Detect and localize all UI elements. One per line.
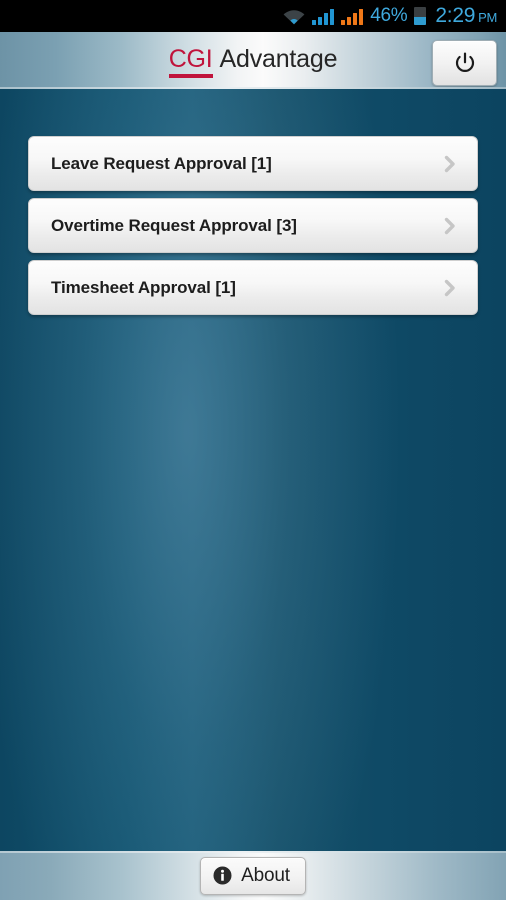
list-item-label: Overtime Request Approval [3] bbox=[51, 215, 297, 235]
status-bar-clock: 2:29 PM bbox=[435, 4, 497, 28]
list-item[interactable]: Timesheet Approval [1] bbox=[28, 260, 478, 315]
battery-percent-label: 46% bbox=[370, 5, 408, 26]
main-content: Leave Request Approval [1] Overtime Requ… bbox=[0, 89, 506, 851]
list-item[interactable]: Leave Request Approval [1] bbox=[28, 136, 478, 191]
logo-brand-secondary: Advantage bbox=[219, 44, 338, 73]
list-item[interactable]: Overtime Request Approval [3] bbox=[28, 198, 478, 253]
app-screen: 46% 2:29 PM CGI Advantage Leave Request … bbox=[0, 0, 506, 900]
info-icon bbox=[213, 866, 232, 885]
chevron-right-icon bbox=[437, 213, 463, 239]
power-button[interactable] bbox=[432, 40, 497, 86]
list-item-label: Leave Request Approval [1] bbox=[51, 153, 272, 173]
about-button[interactable]: About bbox=[200, 856, 306, 895]
clock-time: 2:29 bbox=[435, 4, 476, 27]
app-logo: CGI Advantage bbox=[168, 44, 338, 78]
logo-brand-primary: CGI bbox=[168, 45, 213, 78]
clock-meridiem: PM bbox=[478, 10, 497, 25]
list-item-label: Timesheet Approval [1] bbox=[51, 277, 236, 297]
chevron-right-icon bbox=[437, 275, 463, 301]
chevron-right-icon bbox=[437, 151, 463, 177]
app-header: CGI Advantage bbox=[0, 32, 506, 89]
app-footer: About bbox=[0, 851, 506, 900]
status-bar: 46% 2:29 PM bbox=[0, 0, 506, 32]
wifi-icon bbox=[283, 8, 305, 25]
power-icon bbox=[454, 52, 476, 74]
signal-bars-icon bbox=[312, 8, 335, 25]
signal-bars-icon bbox=[341, 8, 364, 25]
battery-icon bbox=[414, 7, 427, 25]
approval-list: Leave Request Approval [1] Overtime Requ… bbox=[0, 89, 506, 315]
status-bar-indicators: 46% 2:29 PM bbox=[283, 4, 497, 28]
about-button-label: About bbox=[241, 864, 290, 886]
